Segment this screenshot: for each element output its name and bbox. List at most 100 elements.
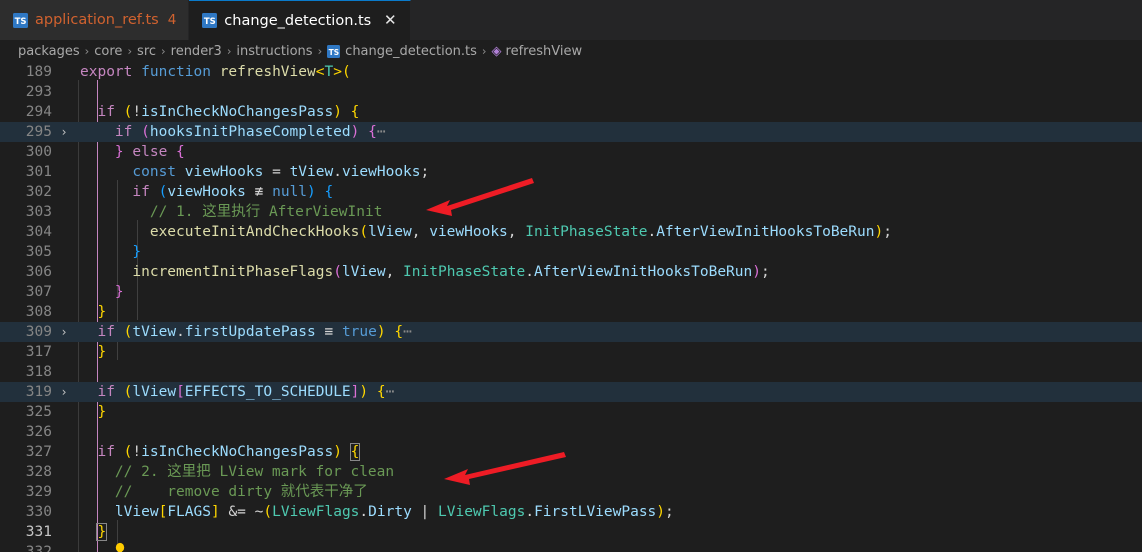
code-editor[interactable]: 189 export function refreshView<T>( 293 … [0, 62, 1142, 552]
line-content[interactable]: } else { [72, 142, 1142, 162]
line-number: 303 [25, 204, 52, 220]
lightbulb-icon[interactable] [56, 522, 124, 552]
code-line[interactable]: 301 const viewHooks = tView.viewHooks; [0, 162, 1142, 182]
fold-column[interactable] [56, 542, 72, 552]
fold-column[interactable] [56, 102, 72, 122]
fold-column[interactable] [56, 222, 72, 242]
line-content[interactable]: if (!isInCheckNoChangesPass) { [72, 442, 1142, 462]
fold-column[interactable] [56, 182, 72, 202]
line-content[interactable]: if (!isInCheckNoChangesPass) { [72, 102, 1142, 122]
chevron-right-icon: › [317, 44, 323, 58]
breadcrumb-item-src[interactable]: src [137, 44, 156, 59]
code-line[interactable]: 307 } [0, 282, 1142, 302]
line-content[interactable]: const viewHooks = tView.viewHooks; [72, 162, 1142, 182]
line-content[interactable] [72, 82, 1142, 102]
code-line-folded[interactable]: 319 › if (lView[EFFECTS_TO_SCHEDULE]) {⋯ [0, 382, 1142, 402]
code-line[interactable]: 326 [0, 422, 1142, 442]
breadcrumb-item-instructions[interactable]: instructions [236, 44, 312, 59]
line-content[interactable]: } [72, 282, 1142, 302]
line-content-comment[interactable]: // remove dirty 就代表干净了 [72, 482, 1142, 502]
fold-column[interactable] [56, 402, 72, 422]
fold-chevron-icon[interactable]: › [56, 122, 72, 142]
code-line[interactable]: 303 // 1. 这里执行 AfterViewInit [0, 202, 1142, 222]
line-number: 301 [25, 164, 52, 180]
code-line[interactable]: 300 } else { [0, 142, 1142, 162]
fold-column[interactable] [56, 482, 72, 502]
line-content[interactable]: } [72, 242, 1142, 262]
line-content[interactable] [72, 542, 1142, 552]
breadcrumb-item-packages[interactable]: packages [18, 44, 80, 59]
fold-column[interactable] [56, 502, 72, 522]
line-number: 308 [25, 304, 52, 320]
code-line[interactable]: 306 incrementInitPhaseFlags(lView, InitP… [0, 262, 1142, 282]
fold-column[interactable] [56, 242, 72, 262]
line-content[interactable]: } [72, 402, 1142, 422]
chevron-right-icon: › [161, 44, 166, 58]
code-line[interactable]: 294 if (!isInCheckNoChangesPass) { [0, 102, 1142, 122]
line-content[interactable]: } [72, 342, 1142, 362]
breadcrumb-item-file[interactable]: change_detection.ts [345, 44, 477, 59]
line-number: 318 [25, 364, 52, 380]
code-line[interactable]: 328 // 2. 这里把 LView mark for clean [0, 462, 1142, 482]
line-number: 317 [25, 344, 52, 360]
close-icon[interactable]: ✕ [382, 13, 398, 28]
code-line[interactable]: 308 } [0, 302, 1142, 322]
code-line[interactable]: 330 lView[FLAGS] &= ~(LViewFlags.Dirty |… [0, 502, 1142, 522]
line-content[interactable]: if (lView[EFFECTS_TO_SCHEDULE]) {⋯ [72, 382, 1142, 402]
editor-tab-bar: TS application_ref.ts 4 TS change_detect… [0, 0, 1142, 40]
code-line[interactable]: 325 } [0, 402, 1142, 422]
line-content[interactable] [72, 362, 1142, 382]
code-line[interactable]: 304 executeInitAndCheckHooks(lView, view… [0, 222, 1142, 242]
chevron-right-icon: › [226, 44, 232, 58]
code-line-active[interactable]: 331 } [0, 522, 1142, 552]
fold-column[interactable] [56, 82, 72, 102]
line-content[interactable]: lView[FLAGS] &= ~(LViewFlags.Dirty | LVi… [72, 502, 1142, 522]
line-content[interactable]: if (hooksInitPhaseCompleted) {⋯ [72, 122, 1142, 142]
code-line[interactable]: 329 // remove dirty 就代表干净了 [0, 482, 1142, 502]
fold-column[interactable] [56, 422, 72, 442]
line-content[interactable]: if (viewHooks ≢ null) { [72, 182, 1142, 202]
code-line[interactable]: 293 [0, 82, 1142, 102]
fold-chevron-icon[interactable]: › [56, 382, 72, 402]
code-line[interactable]: 317 } [0, 342, 1142, 362]
line-content[interactable]: if (tView.firstUpdatePass ≡ true) {⋯ [72, 322, 1142, 342]
fold-column[interactable] [56, 202, 72, 222]
line-content[interactable]: executeInitAndCheckHooks(lView, viewHook… [72, 222, 1142, 242]
line-content[interactable]: } [72, 522, 1142, 542]
code-line[interactable]: 332 [0, 542, 1142, 552]
line-number: 309 [25, 324, 52, 340]
breadcrumb-item-core[interactable]: core [94, 44, 122, 59]
fold-column[interactable] [56, 62, 72, 82]
fold-column[interactable] [56, 262, 72, 282]
code-line[interactable]: 305 } [0, 242, 1142, 262]
fold-column[interactable] [56, 302, 72, 322]
code-line[interactable]: 318 [0, 362, 1142, 382]
tab-change-detection[interactable]: TS change_detection.ts ✕ [189, 0, 412, 40]
line-content[interactable] [72, 422, 1142, 442]
fold-column[interactable] [56, 342, 72, 362]
fold-column[interactable] [56, 442, 72, 462]
fold-column[interactable] [56, 462, 72, 482]
line-content[interactable]: export function refreshView<T>( [72, 62, 1142, 82]
code-line-folded[interactable]: 309 › if (tView.firstUpdatePass ≡ true) … [0, 322, 1142, 342]
fold-column[interactable] [56, 162, 72, 182]
line-content[interactable]: } [72, 302, 1142, 322]
bracket-match-highlight: } [96, 523, 108, 541]
breadcrumb: packages › core › src › render3 › instru… [0, 40, 1142, 62]
line-content[interactable]: incrementInitPhaseFlags(lView, InitPhase… [72, 262, 1142, 282]
tab-application-ref[interactable]: TS application_ref.ts 4 [0, 0, 190, 40]
line-number: 329 [25, 484, 52, 500]
fold-chevron-icon[interactable]: › [56, 322, 72, 342]
breadcrumb-item-render3[interactable]: render3 [171, 44, 222, 59]
code-line[interactable]: 302 if (viewHooks ≢ null) { [0, 182, 1142, 202]
code-line[interactable]: 327 if (!isInCheckNoChangesPass) { [0, 442, 1142, 462]
fold-column[interactable] [56, 282, 72, 302]
line-content-comment[interactable]: // 2. 这里把 LView mark for clean [72, 462, 1142, 482]
fold-column[interactable] [56, 142, 72, 162]
fold-column[interactable] [56, 362, 72, 382]
typescript-file-icon: TS [202, 13, 218, 28]
breadcrumb-item-symbol[interactable]: refreshView [506, 44, 583, 59]
line-content-comment[interactable]: // 1. 这里执行 AfterViewInit [72, 202, 1142, 222]
code-line-folded[interactable]: 295 › if (hooksInitPhaseCompleted) {⋯ [0, 122, 1142, 142]
code-line[interactable]: 189 export function refreshView<T>( [0, 62, 1142, 82]
